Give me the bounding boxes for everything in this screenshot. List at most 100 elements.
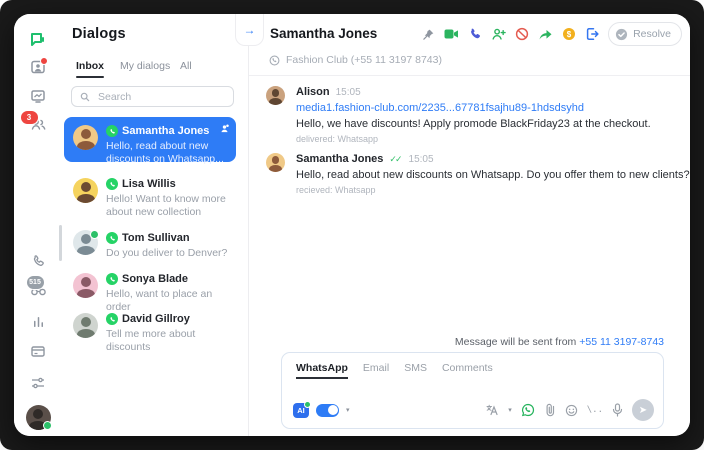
block-icon[interactable]	[515, 27, 529, 41]
nav-settings[interactable]	[14, 376, 62, 390]
conversation-sonya-blade[interactable]: Sonya Blade Hello, want to place an orde…	[64, 265, 236, 301]
conversation-preview: Hello, read about new discounts on Whats…	[106, 140, 228, 166]
pin-icon[interactable]	[422, 28, 435, 41]
app-logo	[14, 30, 62, 50]
conversation-samantha-jones[interactable]: Samantha Jones Hello, read about new dis…	[64, 117, 236, 162]
chat-contact-name: Samantha Jones	[270, 26, 377, 41]
whatsapp-outline-icon	[269, 55, 280, 66]
sign-out-icon[interactable]	[585, 27, 599, 41]
message-author: Alison	[296, 86, 330, 98]
nav-payments[interactable]	[14, 344, 62, 358]
app-window: 3 515	[14, 14, 690, 436]
composer-tabs: WhatsApp Email SMS Comments	[296, 362, 493, 379]
conversation-preview: Hello! Want to know more about new colle…	[106, 193, 228, 219]
tab-comments[interactable]: Comments	[442, 362, 493, 379]
screen-background: 3 515	[0, 0, 704, 450]
search-icon	[80, 92, 90, 102]
whatsapp-channel-icon	[106, 273, 118, 285]
ai-active-dot	[304, 401, 311, 408]
nav-tracker[interactable]: 515	[14, 282, 62, 297]
conversation-lisa-willis[interactable]: Lisa Willis Hello! Want to know more abo…	[64, 170, 236, 216]
avatar	[266, 86, 285, 105]
message-text: Hello, read about new discounts on Whats…	[296, 169, 690, 181]
message-author: Samantha Jones	[296, 153, 383, 165]
team-icon: 3	[30, 116, 47, 132]
whatsapp-channel-icon	[106, 178, 118, 190]
shortcut-template-icon[interactable]: \..	[587, 405, 603, 415]
sent-from-label: Message will be sent from	[455, 336, 576, 348]
conversation-tom-sullivan[interactable]: Tom Sullivan Do you deliver to Denver?	[64, 224, 236, 260]
collapse-panel-button[interactable]: →	[235, 14, 264, 46]
message-composer[interactable]: WhatsApp Email SMS Comments AI ▾	[281, 352, 664, 429]
conversation-name: Lisa Willis	[122, 178, 176, 190]
search-input[interactable]	[96, 90, 225, 104]
microphone-icon[interactable]	[612, 403, 623, 417]
chevron-down-icon[interactable]: ▾	[508, 406, 512, 414]
dialog-list-scrollbar[interactable]	[59, 225, 62, 261]
team-badge: 3	[20, 110, 39, 125]
nav-monitoring[interactable]	[14, 88, 62, 104]
conversation-name: Samantha Jones	[122, 125, 209, 137]
search-box[interactable]	[71, 86, 234, 107]
ai-toggle[interactable]	[316, 404, 339, 417]
online-badge	[90, 230, 99, 239]
tracker-badge: 515	[26, 275, 45, 290]
conversation-name: Tom Sullivan	[122, 232, 190, 244]
nav-team[interactable]: 3	[14, 116, 62, 132]
arrow-right-icon: →	[244, 24, 256, 36]
resolve-button[interactable]: Resolve	[608, 22, 682, 46]
check-circle-icon	[615, 28, 628, 41]
resolve-label: Resolve	[633, 28, 671, 40]
attachment-icon[interactable]	[544, 403, 556, 417]
nav-contacts[interactable]	[14, 59, 62, 75]
payment-coin-icon[interactable]: $	[562, 27, 576, 41]
message-samantha: Samantha Jones ✓✓ 15:05 Hello, read abou…	[266, 153, 690, 195]
send-icon: ➤	[639, 405, 647, 416]
credit-card-icon	[30, 344, 46, 358]
emoji-icon[interactable]	[565, 404, 578, 417]
forward-icon[interactable]	[538, 28, 553, 41]
tab-all[interactable]: All	[180, 60, 192, 72]
nav-profile[interactable]	[14, 405, 62, 430]
whatsapp-channel-icon	[106, 125, 118, 137]
translate-icon[interactable]	[486, 404, 499, 416]
tab-whatsapp[interactable]: WhatsApp	[296, 362, 348, 379]
conversation-david-gillroy[interactable]: David Gillroy Tell me more about discoun…	[64, 305, 236, 341]
chat-actions: $ Resolve	[422, 22, 682, 46]
avatar	[73, 178, 98, 203]
sent-from-number[interactable]: +55 11 3197-8743	[579, 336, 664, 348]
ai-assistant-button[interactable]: AI	[293, 403, 309, 418]
chat-logo-icon	[28, 30, 48, 50]
bar-chart-icon	[31, 314, 46, 329]
conversation-name: Sonya Blade	[122, 273, 188, 285]
add-participant-icon[interactable]	[491, 27, 506, 41]
send-button[interactable]: ➤	[632, 399, 654, 421]
contacts-alert-dot	[40, 57, 48, 65]
chevron-down-icon[interactable]: ▾	[346, 406, 350, 414]
sliders-icon	[30, 376, 46, 390]
header-divider	[249, 75, 690, 76]
message-link[interactable]: media1.fashion-club.com/2235...67781fsaj…	[296, 102, 651, 114]
monitor-chart-icon	[30, 88, 46, 104]
message-status: recieved: Whatsapp	[296, 185, 690, 195]
chat-subtitle: Fashion Club (+55 11 3197 8743)	[286, 54, 442, 66]
message-alison: Alison 15:05 media1.fashion-club.com/223…	[266, 86, 651, 144]
dialogs-title: Dialogs	[72, 26, 126, 42]
tab-inbox[interactable]: Inbox	[76, 60, 104, 72]
tab-sms[interactable]: SMS	[404, 362, 427, 379]
video-call-icon[interactable]	[444, 28, 459, 40]
whatsapp-channel-icon	[106, 232, 118, 244]
call-icon[interactable]	[468, 27, 482, 41]
read-receipt-icon: ✓✓	[389, 154, 400, 165]
chat-panel: → Samantha Jones	[248, 14, 690, 436]
tab-my-dialogs[interactable]: My dialogs	[120, 60, 170, 72]
message-text: Hello, we have discounts! Apply promode …	[296, 118, 651, 130]
tab-email[interactable]: Email	[363, 362, 389, 379]
nav-calls[interactable]	[14, 254, 62, 269]
whatsapp-channel-button[interactable]	[521, 403, 535, 417]
phone-icon	[31, 254, 46, 269]
svg-text:$: $	[567, 30, 572, 39]
nav-rail: 3 515	[14, 14, 62, 436]
avatar	[73, 273, 98, 298]
nav-statistics[interactable]	[14, 314, 62, 329]
